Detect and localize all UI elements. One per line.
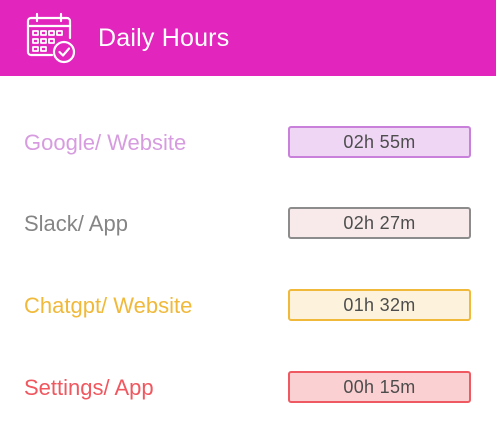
app-label: Slack/ App [24,211,128,236]
usage-row-settings: Settings/ App 00h 15m [0,371,496,405]
usage-row-google: Google/ Website 02h 55m [0,126,496,160]
app-label: Google/ Website [24,130,187,155]
app-header: Daily Hours [0,0,496,76]
usage-row-chatgpt: Chatgpt/ Website 01h 32m [0,289,496,323]
app-label: Chatgpt/ Website [24,293,193,318]
duration-badge: 02h 55m [288,126,471,158]
app-label: Settings/ App [24,375,154,400]
usage-row-slack: Slack/ App 02h 27m [0,207,496,241]
duration-badge: 00h 15m [288,371,471,403]
duration-badge: 01h 32m [288,289,471,321]
page-title: Daily Hours [98,24,230,52]
calendar-check-icon [26,12,76,64]
duration-badge: 02h 27m [288,207,471,239]
